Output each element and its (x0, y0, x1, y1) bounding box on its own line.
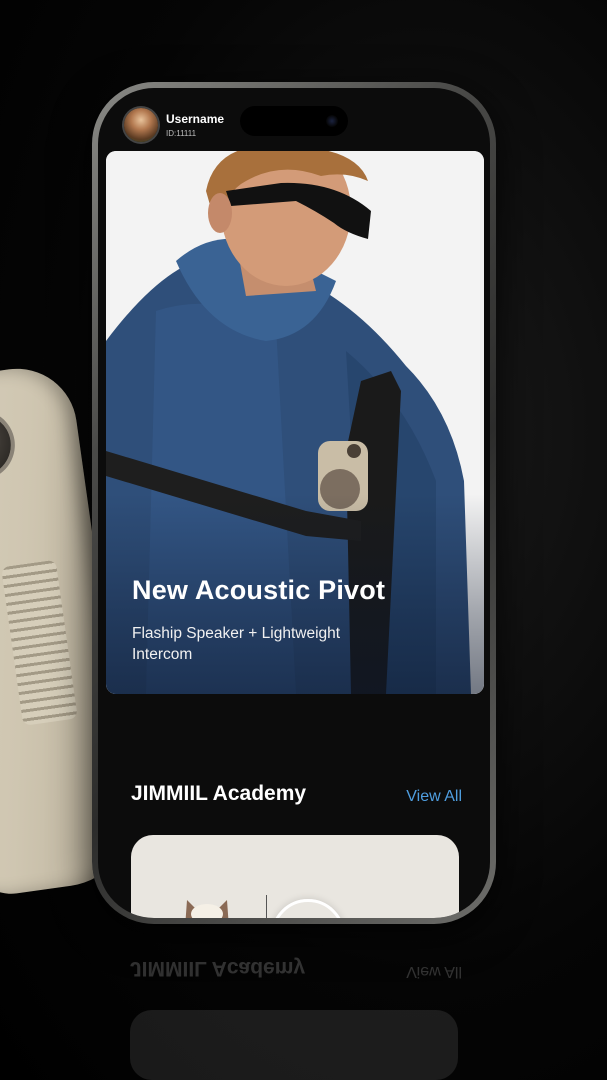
card-divider (266, 895, 267, 918)
reflection-view-all: View All (406, 963, 462, 980)
hero-title: New Acoustic Pivot (132, 575, 386, 605)
user-id: ID:11111 (166, 129, 197, 138)
username: Username (166, 112, 225, 126)
speaker-knob (0, 410, 15, 481)
reflection-title: JIMMIIL Academy (130, 957, 306, 980)
view-all-link[interactable]: View All (406, 788, 462, 806)
camera-icon (326, 115, 338, 127)
ring-graphic (271, 899, 345, 918)
hero-subtitle: Flaship Speaker + Lightweight Intercom (132, 625, 341, 663)
phone-reflection: JIMMIIL Academy View All (92, 930, 496, 1080)
dynamic-island (240, 106, 348, 136)
section-title-academy: JIMMIIL Academy (131, 782, 307, 805)
academy-card[interactable] (131, 835, 459, 918)
phone-screen: Username ID:11111 New Acoustic Pivot Fla… (98, 88, 490, 918)
user-profile[interactable]: Username ID:11111 (124, 108, 224, 142)
speaker-grille (1, 559, 78, 726)
avatar[interactable] (124, 108, 158, 142)
phone-frame: Username ID:11111 New Acoustic Pivot Fla… (92, 82, 496, 924)
cat-icon (185, 900, 229, 918)
hero-banner[interactable]: New Acoustic Pivot Flaship Speaker + Lig… (106, 151, 484, 694)
